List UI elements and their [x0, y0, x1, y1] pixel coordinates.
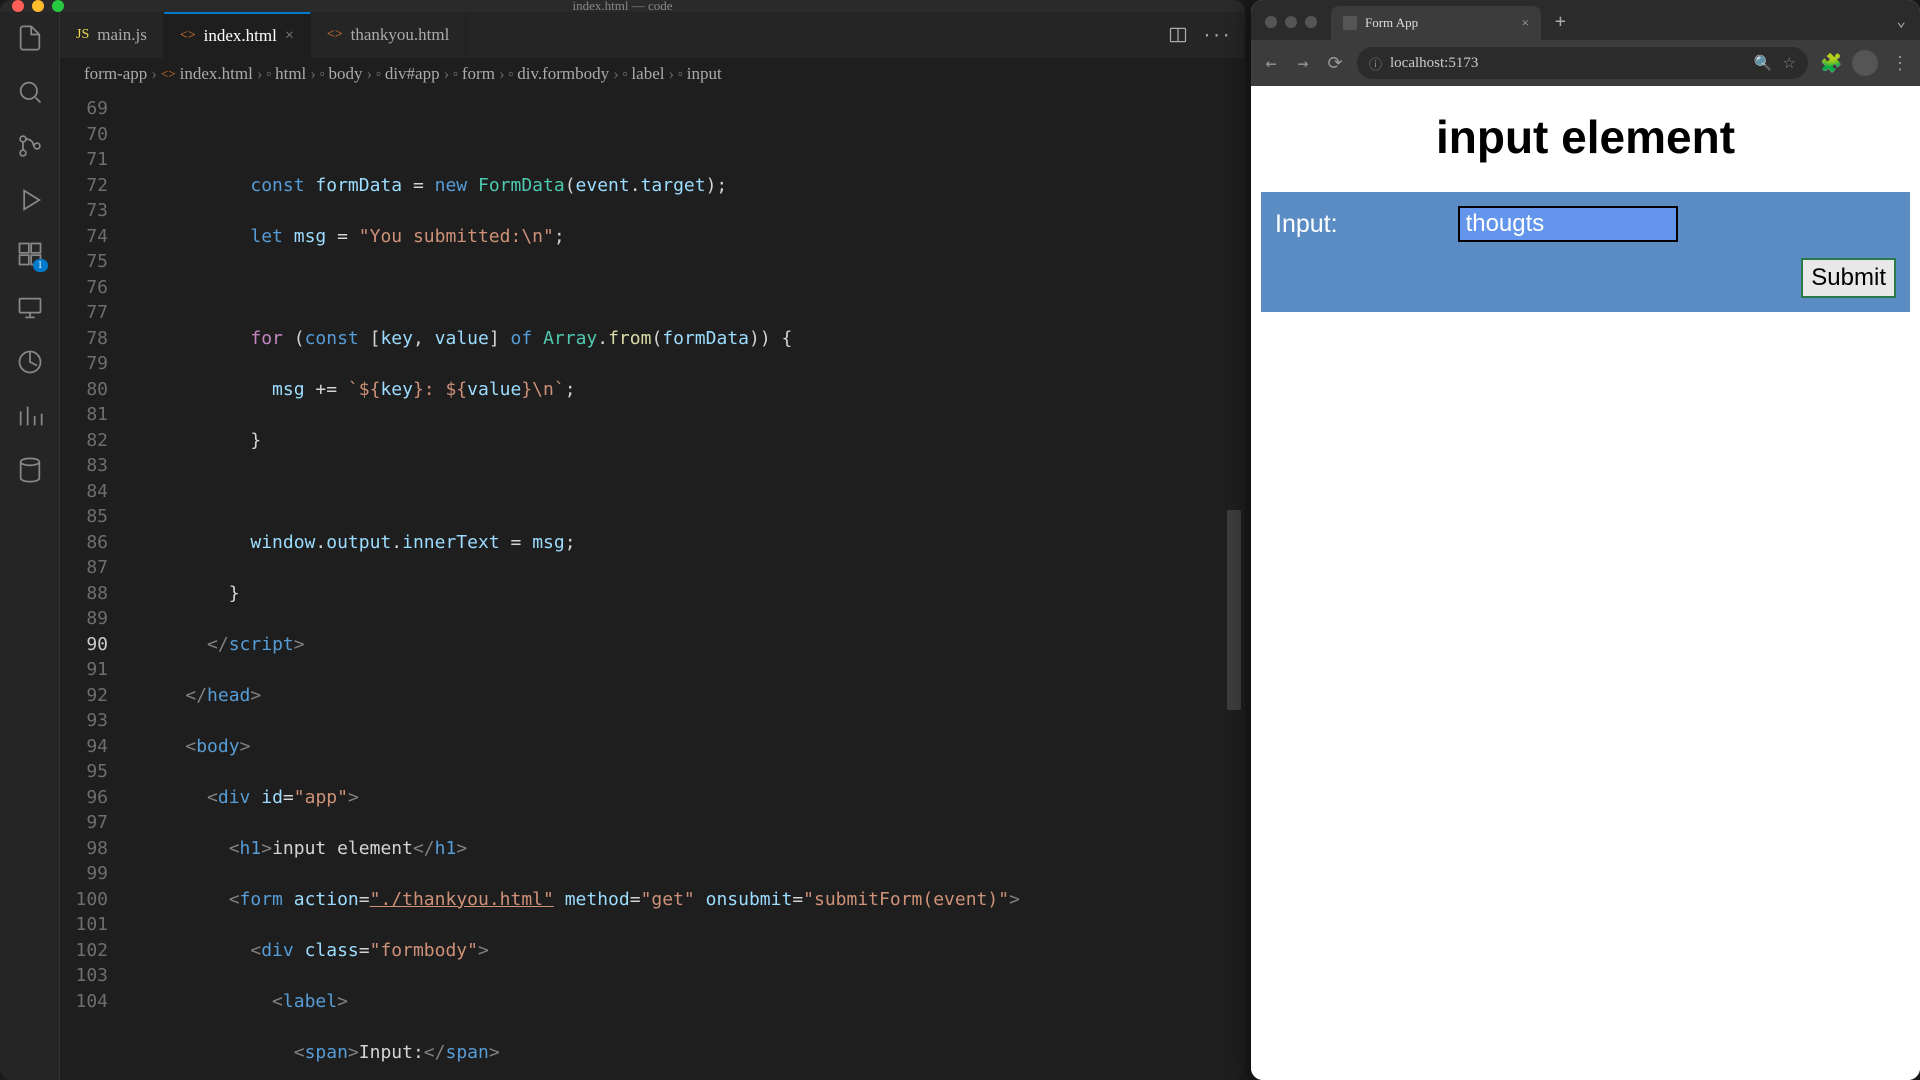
crumb[interactable]: input	[687, 64, 722, 84]
back-button[interactable]: ←	[1261, 53, 1281, 74]
chevron-right-icon: ›	[613, 64, 619, 84]
symbol-icon: ▫	[376, 66, 381, 82]
database-icon[interactable]	[16, 456, 44, 484]
html-file-icon: <>	[327, 27, 343, 43]
address-bar[interactable]: ⓘ localhost:5173 🔍 ☆	[1357, 47, 1808, 79]
minimize-window-icon[interactable]	[1285, 16, 1297, 28]
window-controls	[1265, 16, 1317, 28]
chevron-right-icon: ›	[257, 64, 263, 84]
page-title: input element	[1261, 110, 1910, 164]
new-tab-button[interactable]: +	[1541, 11, 1580, 40]
chevron-right-icon: ›	[151, 64, 157, 84]
profile-avatar[interactable]	[1852, 50, 1878, 76]
forward-button[interactable]: →	[1293, 53, 1313, 74]
tab-label: index.html	[204, 26, 277, 46]
tab-indexhtml[interactable]: <> index.html ×	[164, 12, 311, 58]
more-icon[interactable]: ···	[1202, 26, 1231, 45]
page-content: input element Input: Submit	[1251, 86, 1920, 1080]
chevron-right-icon: ›	[668, 64, 674, 84]
scrollbar-thumb[interactable]	[1227, 510, 1241, 710]
html-file-icon: <>	[180, 28, 196, 44]
input-label: Input:	[1275, 210, 1338, 239]
tab-label: main.js	[97, 25, 147, 45]
run-debug-icon[interactable]	[16, 186, 44, 214]
symbol-icon: ▫	[509, 66, 514, 82]
symbol-icon: ▫	[266, 66, 271, 82]
zoom-icon[interactable]: 🔍	[1754, 54, 1773, 73]
crumb[interactable]: body	[329, 64, 363, 84]
main-area: 1 JS main.js <> index.html ×	[0, 12, 1245, 1080]
symbol-icon: ▫	[678, 66, 683, 82]
browser-window: Form App × + ⌄ ← → ⟳ ⓘ localhost:5173 🔍 …	[1251, 0, 1920, 1080]
js-file-icon: JS	[76, 27, 89, 43]
fullscreen-window-icon[interactable]	[1305, 16, 1317, 28]
source-control-icon[interactable]	[16, 132, 44, 160]
crumb[interactable]: form-app	[84, 64, 147, 84]
extensions-icon[interactable]: 1	[16, 240, 44, 268]
testing-icon[interactable]	[16, 348, 44, 376]
tabs-actions: ···	[1168, 12, 1245, 58]
menu-icon[interactable]: ⋮	[1890, 53, 1910, 74]
close-window-icon[interactable]	[1265, 16, 1277, 28]
site-info-icon[interactable]: ⓘ	[1369, 54, 1382, 73]
split-editor-icon[interactable]	[1168, 25, 1188, 45]
chevron-right-icon: ›	[310, 64, 316, 84]
html-file-icon: <>	[161, 66, 176, 82]
submit-button[interactable]: Submit	[1801, 258, 1896, 298]
form-row: Input:	[1275, 206, 1896, 242]
explorer-icon[interactable]	[16, 24, 44, 52]
code-content[interactable]: const formData = new FormData(event.targ…	[130, 90, 1245, 1080]
close-icon[interactable]: ×	[1522, 15, 1529, 31]
crumb[interactable]: div#app	[385, 64, 440, 84]
editor-column: JS main.js <> index.html × <> thankyou.h…	[60, 12, 1245, 1080]
remote-explorer-icon[interactable]	[16, 294, 44, 322]
chevron-right-icon: ›	[444, 64, 450, 84]
crumb[interactable]: index.html	[180, 64, 253, 84]
url-text: localhost:5173	[1390, 55, 1478, 72]
form-body: Input: Submit	[1261, 192, 1910, 312]
tab-title: Form App	[1365, 15, 1418, 31]
crumb[interactable]: label	[631, 64, 664, 84]
thoughts-input[interactable]	[1458, 206, 1678, 242]
bookmark-icon[interactable]: ☆	[1783, 54, 1796, 73]
symbol-icon: ▫	[453, 66, 458, 82]
tab-mainjs[interactable]: JS main.js	[60, 12, 164, 58]
favicon-icon	[1343, 16, 1357, 30]
breadcrumb[interactable]: form-app› <>index.html› ▫html› ▫body› ▫d…	[60, 58, 1245, 90]
browser-tabstrip: Form App × + ⌄	[1251, 0, 1920, 40]
chevron-down-icon[interactable]: ⌄	[1896, 11, 1920, 40]
symbol-icon: ▫	[320, 66, 325, 82]
graph-icon[interactable]	[16, 402, 44, 430]
crumb[interactable]: div.formbody	[517, 64, 609, 84]
close-icon[interactable]: ×	[285, 27, 294, 45]
extensions-icon[interactable]: 🧩	[1820, 53, 1840, 74]
crumb[interactable]: form	[462, 64, 495, 84]
scrollbar[interactable]	[1227, 90, 1241, 1080]
activity-bar: 1	[0, 12, 60, 1080]
vscode-window: index.html — code 1 JS main.js	[0, 0, 1245, 1080]
code-editor[interactable]: 6970717273747576777879808182838485868788…	[60, 90, 1245, 1080]
crumb[interactable]: html	[275, 64, 306, 84]
tab-label: thankyou.html	[351, 25, 450, 45]
tab-thankyouhtml[interactable]: <> thankyou.html	[311, 12, 467, 58]
search-icon[interactable]	[16, 78, 44, 106]
window-title: index.html — code	[0, 0, 1245, 14]
titlebar: index.html — code	[0, 0, 1245, 12]
line-gutter: 6970717273747576777879808182838485868788…	[60, 90, 130, 1080]
browser-toolbar: ← → ⟳ ⓘ localhost:5173 🔍 ☆ 🧩 ⋮	[1251, 40, 1920, 86]
extensions-badge: 1	[33, 259, 48, 272]
browser-tab[interactable]: Form App ×	[1331, 6, 1541, 40]
chevron-right-icon: ›	[499, 64, 505, 84]
reload-button[interactable]: ⟳	[1325, 53, 1345, 74]
symbol-icon: ▫	[623, 66, 628, 82]
chevron-right-icon: ›	[367, 64, 373, 84]
editor-tabs: JS main.js <> index.html × <> thankyou.h…	[60, 12, 1245, 58]
